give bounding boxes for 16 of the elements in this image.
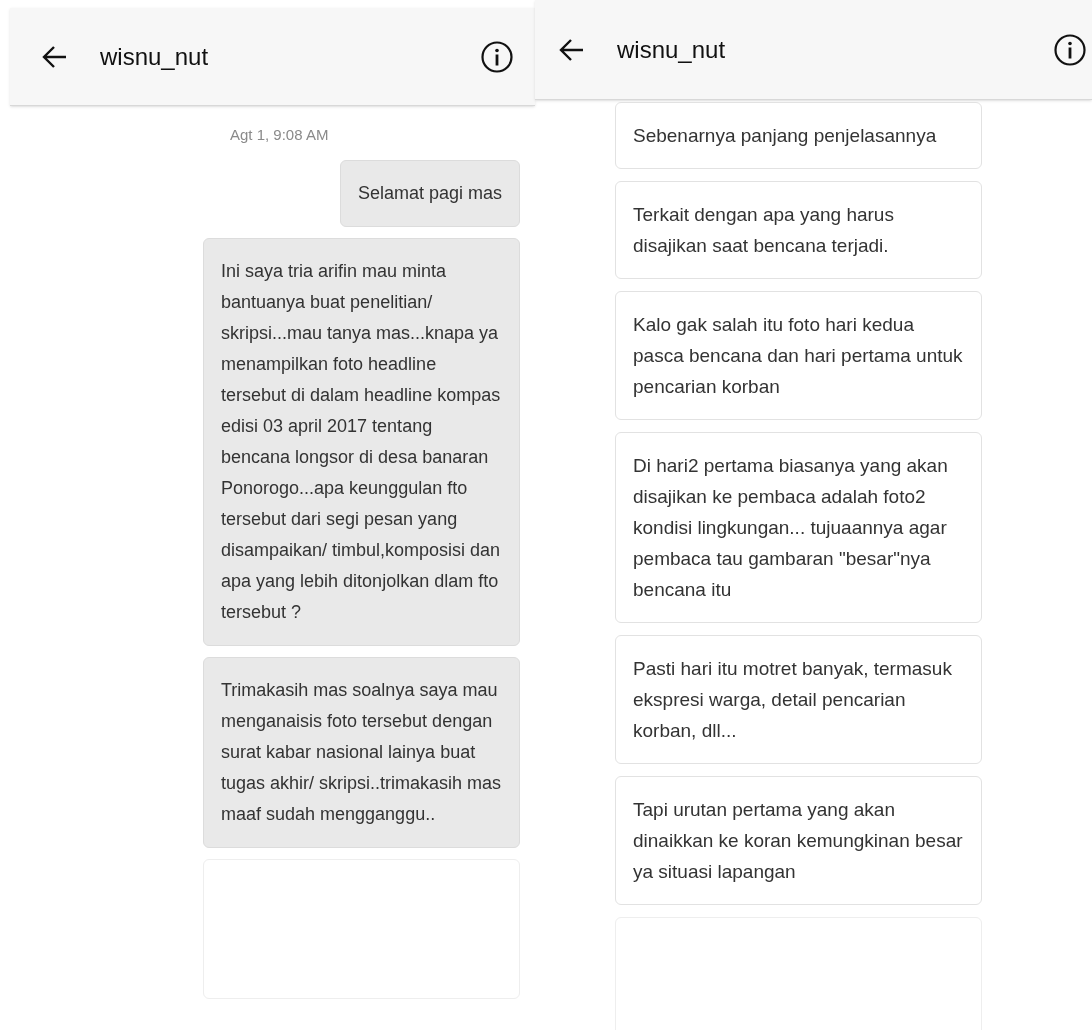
message-bubble: Terkait dengan apa yang harus disajikan saat bencana terjadi. <box>615 181 982 279</box>
message-bubble: Trimakasih mas soalnya saya mau menganaisis foto tersebut dengan surat kabar nasional lainya buat tugas akhir/ skripsi..trimakasih mas maaf sudah mengganggu.. <box>203 656 520 848</box>
message-bubble: Pasti hari itu motret banyak, termasuk ekspresi warga, detail pencarian korban, dll... <box>615 635 982 764</box>
message-bubble: Sebenarnya panjang penjelasannya <box>615 102 982 169</box>
message-bubble: Di hari2 pertama biasanya yang akan disajikan ke pembaca adalah foto2 kondisi lingkungan... tujuaannya agar pembaca tau gambaran "besar"nya bencana itu <box>615 432 982 623</box>
message-bubble: Tapi urutan pertama yang akan dinaikkan ke koran kemungkinan besar ya situasi lapangan <box>615 776 982 905</box>
message-timestamp: Agt 1, 9:08 AM <box>230 125 330 145</box>
message-bubble: Ini saya tria arifin mau minta bantuanya buat penelitian/ skripsi...mau tanya mas...knapa ya menampilkan foto headline tersebut di dalam headline kompas edisi 03 april 2017 tentang bencana longsor di desa banaran Ponorogo...apa keunggulan fto tersebut dari segi pesan yang disampaikan/ timbul,komposisi dan apa yang lebih ditonjolkan dlam fto tersebut ? <box>203 237 520 646</box>
message-bubble: Kalo gak salah itu foto hari kedua pasca bencana dan hari pertama untuk pencarian korban <box>615 291 982 420</box>
chat-title: wisnu_nut <box>100 41 210 72</box>
back-arrow-icon[interactable] <box>559 37 585 62</box>
back-arrow-icon[interactable] <box>42 44 68 69</box>
info-icon[interactable] <box>481 40 513 73</box>
chat-title: wisnu_nut <box>617 34 727 65</box>
message-bubble: Selamat pagi mas <box>339 159 520 227</box>
info-icon[interactable] <box>1054 33 1086 66</box>
